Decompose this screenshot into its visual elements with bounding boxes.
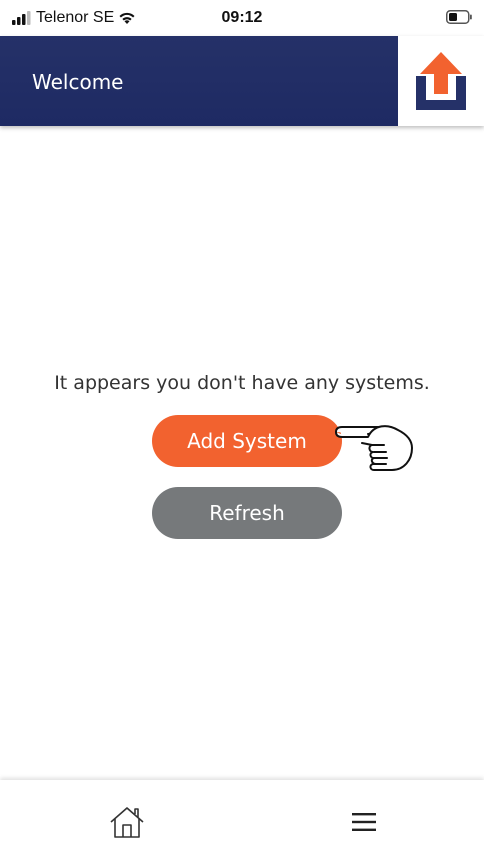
refresh-button[interactable]: Refresh [152,487,342,539]
menu-icon [352,813,376,831]
nav-menu[interactable] [342,802,386,842]
battery-icon [446,10,472,24]
app-header: Welcome [0,36,484,126]
status-right [446,10,472,29]
bottom-nav [0,780,484,862]
upload-logo-icon [416,52,466,110]
app-screen: Telenor SE 09:12 Welcome It appears you … [0,0,484,862]
home-icon [110,807,144,838]
page-title: Welcome [32,70,124,94]
status-bar: Telenor SE 09:12 [0,0,484,36]
pointing-hand-icon [335,425,413,471]
status-time: 09:12 [221,9,263,26]
nav-home[interactable] [105,802,149,842]
logo-container[interactable] [398,36,484,126]
empty-state-message: It appears you don't have any systems. [54,372,430,394]
add-system-button[interactable]: Add System [152,415,342,467]
